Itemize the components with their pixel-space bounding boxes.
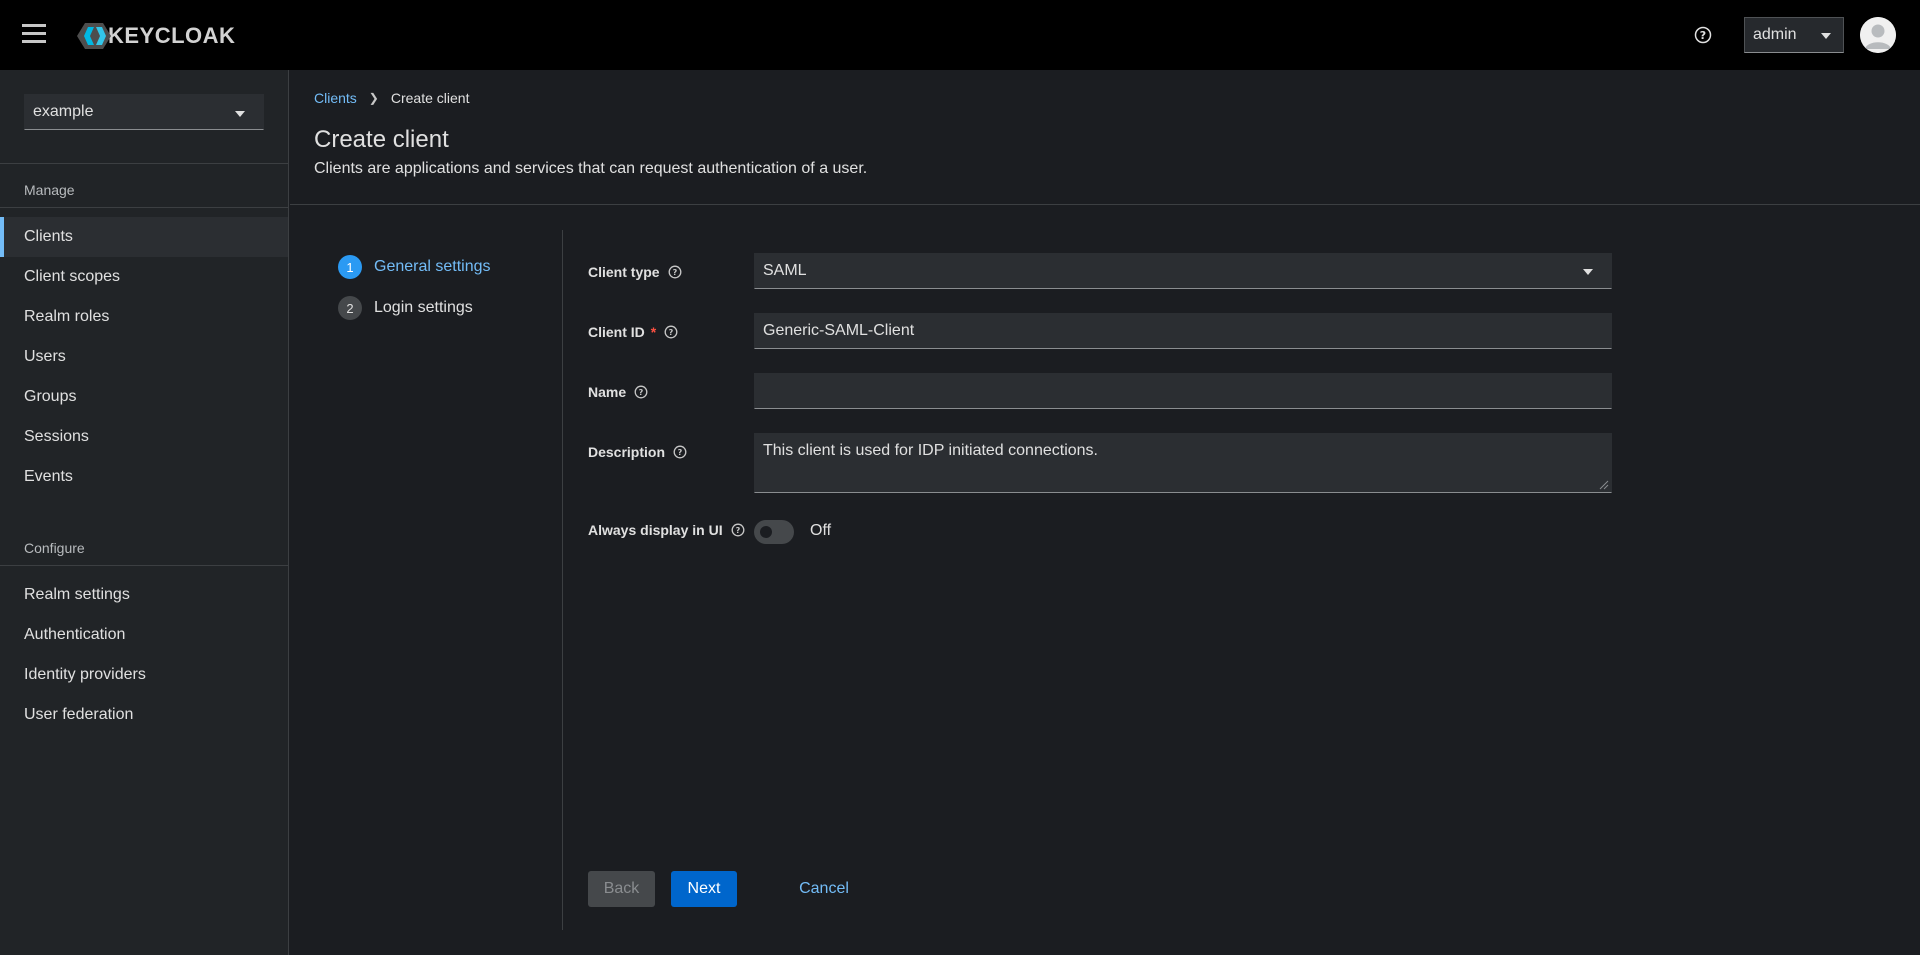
name-label: Name ?	[588, 384, 648, 400]
help-icon[interactable]: ?	[673, 445, 687, 459]
svg-text:?: ?	[669, 328, 674, 337]
masthead: KEYCLOAK ? admin	[0, 0, 1920, 70]
sidebar-item-events[interactable]: Events	[0, 457, 288, 497]
next-button[interactable]: Next	[671, 871, 737, 907]
name-input[interactable]	[754, 373, 1612, 409]
description-value: This client is used for IDP initiated co…	[763, 442, 1098, 459]
svg-text:?: ?	[639, 388, 644, 397]
cancel-button[interactable]: Cancel	[794, 871, 854, 907]
client-id-value: Generic-SAML-Client	[763, 322, 915, 339]
always-display-label-text: Always display in UI	[588, 522, 723, 538]
svg-text:?: ?	[678, 448, 683, 457]
main-content: Clients ❯ Create client Create client Cl…	[290, 70, 1920, 955]
section-title-manage: Manage	[24, 182, 75, 198]
sidebar-item-user-federation[interactable]: User federation	[0, 695, 288, 735]
sidebar-item-clients[interactable]: Clients	[0, 217, 288, 257]
sidebar-item-authentication[interactable]: Authentication	[0, 615, 288, 655]
realm-name: example	[33, 103, 94, 120]
divider	[290, 204, 1920, 205]
client-type-label: Client type ?	[588, 264, 682, 280]
toggle-state-label: Off	[810, 522, 832, 539]
breadcrumb-clients-link[interactable]: Clients	[314, 90, 357, 106]
sidebar-item-groups[interactable]: Groups	[0, 377, 288, 417]
realm-selector[interactable]: example	[24, 94, 264, 130]
client-type-label-text: Client type	[588, 264, 660, 280]
required-indicator: *	[650, 324, 657, 340]
help-icon[interactable]: ?	[668, 265, 682, 279]
always-display-toggle[interactable]	[754, 520, 794, 544]
description-textarea[interactable]: This client is used for IDP initiated co…	[754, 433, 1612, 493]
sidebar-item-client-scopes[interactable]: Client scopes	[0, 257, 288, 297]
help-icon[interactable]: ?	[634, 385, 648, 399]
resize-handle-icon[interactable]	[1599, 480, 1609, 490]
description-label-text: Description	[588, 444, 666, 460]
client-type-value: SAML	[763, 262, 807, 279]
section-title-configure: Configure	[24, 540, 85, 556]
logo-text: KEYCLOAK	[108, 23, 236, 48]
page-subtitle: Clients are applications and services th…	[314, 160, 868, 177]
breadcrumb: Clients ❯ Create client	[314, 90, 469, 106]
help-icon[interactable]: ?	[731, 523, 745, 537]
breadcrumb-current: Create client	[390, 90, 470, 106]
svg-text:?: ?	[1700, 29, 1706, 42]
keycloak-logo-icon	[77, 23, 111, 49]
chevron-right-icon: ❯	[368, 91, 379, 105]
client-id-label: Client ID * ?	[588, 324, 678, 340]
always-display-label: Always display in UI ?	[588, 522, 745, 538]
client-id-label-text: Client ID	[588, 324, 645, 340]
sidebar: example Manage Clients Client scopes Rea…	[0, 70, 289, 955]
chevron-down-icon	[235, 111, 245, 117]
divider	[0, 207, 289, 208]
name-label-text: Name	[588, 384, 627, 400]
chevron-down-icon	[1821, 33, 1831, 39]
divider	[0, 565, 289, 566]
chevron-down-icon	[1583, 269, 1593, 275]
sidebar-item-realm-roles[interactable]: Realm roles	[0, 297, 288, 337]
avatar[interactable]	[1860, 17, 1896, 53]
sidebar-item-identity-providers[interactable]: Identity providers	[0, 655, 288, 695]
description-label: Description ?	[588, 444, 687, 460]
svg-text:?: ?	[735, 526, 740, 535]
user-name: admin	[1753, 26, 1797, 43]
svg-text:?: ?	[672, 268, 677, 277]
wizard-step-general-settings[interactable]: 1 General settings	[338, 255, 491, 279]
client-type-select[interactable]: SAML	[754, 253, 1612, 289]
help-icon[interactable]: ?	[1694, 26, 1712, 44]
user-avatar-icon	[1860, 17, 1896, 53]
page-title: Create client	[314, 126, 449, 153]
step-number: 1	[338, 255, 362, 279]
sidebar-item-users[interactable]: Users	[0, 337, 288, 377]
keycloak-logo[interactable]: KEYCLOAK	[76, 20, 235, 52]
user-menu-dropdown[interactable]: admin	[1744, 17, 1844, 53]
sidebar-item-sessions[interactable]: Sessions	[0, 417, 288, 457]
client-id-input[interactable]: Generic-SAML-Client	[754, 313, 1612, 349]
sidebar-item-realm-settings[interactable]: Realm settings	[0, 575, 288, 615]
step-number: 2	[338, 296, 362, 320]
menu-toggle-icon[interactable]	[22, 24, 46, 44]
divider	[0, 163, 289, 164]
step-label: General settings	[374, 258, 491, 275]
back-button[interactable]: Back	[588, 871, 655, 907]
help-icon[interactable]: ?	[664, 325, 678, 339]
wizard-step-login-settings[interactable]: 2 Login settings	[338, 296, 473, 320]
toggle-knob	[760, 526, 772, 538]
step-label: Login settings	[374, 299, 473, 316]
divider	[562, 230, 563, 930]
